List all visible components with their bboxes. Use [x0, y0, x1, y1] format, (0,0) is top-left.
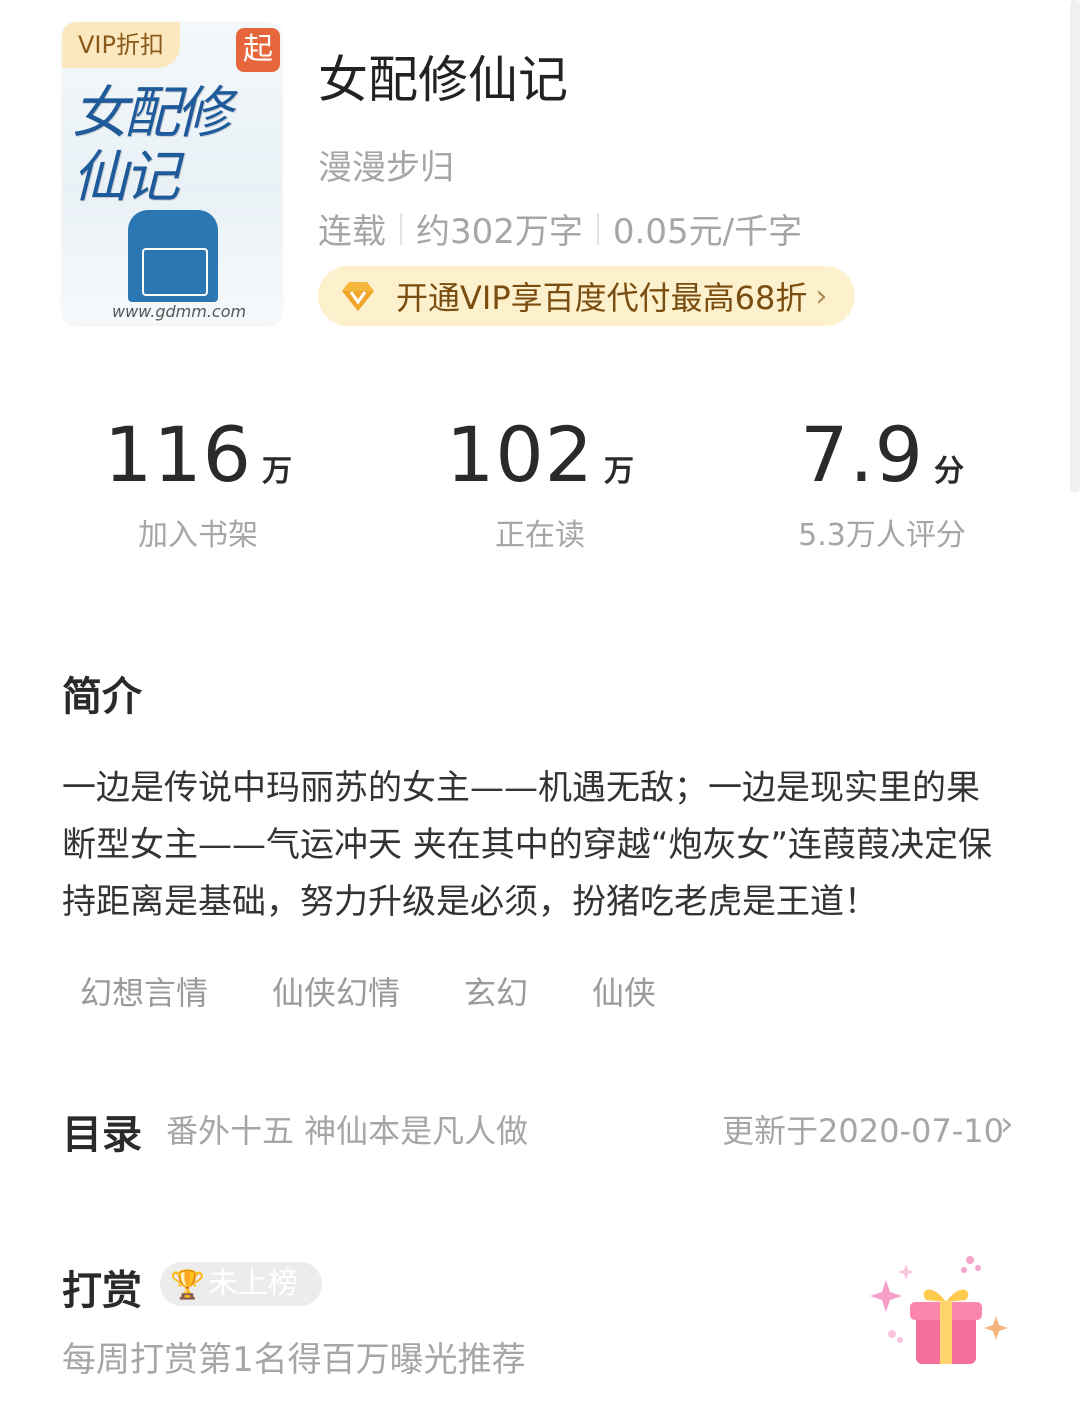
cover-title-art: 女配修仙记 [72, 81, 232, 210]
tag-item[interactable]: 仙侠 [592, 968, 656, 1014]
stat-unit: 万 [604, 454, 635, 489]
stat-unit: 万 [262, 454, 293, 489]
gift-icon[interactable] [866, 1250, 1016, 1384]
reward-subtitle: 每周打赏第1名得百万曝光推荐 [62, 1340, 526, 1380]
stat-value: 7.9 [800, 410, 924, 499]
vip-promo-label: 开通VIP享百度代付最高68折 [396, 279, 808, 317]
stat-label: 正在读 [495, 518, 585, 553]
book-status: 连载 [318, 212, 386, 252]
book-author[interactable]: 漫漫步归 [318, 140, 454, 189]
intro-title: 简介 [62, 674, 142, 720]
vip-diamond-icon [340, 278, 376, 314]
book-title: 女配修仙记 [318, 51, 568, 109]
scrollbar[interactable] [1070, 0, 1080, 492]
cover-emblem-frame [142, 248, 208, 296]
publisher-logo: 起 [236, 28, 280, 72]
latest-chapter[interactable]: 番外十五 神仙本是凡人做 [166, 1106, 528, 1152]
chevron-right-icon[interactable]: › [1000, 1104, 1014, 1144]
book-meta: 连载 约302万字 0.05元/千字 [318, 204, 802, 253]
intro-text[interactable]: 一边是传说中玛丽苏的女主——机遇无敌；一边是现实里的果断型女主——气运冲天 夹在… [62, 760, 1012, 931]
stat-reading: 102 万 [390, 410, 690, 499]
reward-title: 打赏 [62, 1268, 142, 1314]
stat-unit: 分 [933, 454, 964, 489]
tag-item[interactable]: 幻想言情 [80, 968, 208, 1014]
meta-divider [596, 212, 599, 245]
stat-label: 加入书架 [138, 518, 258, 553]
update-date[interactable]: 更新于2020-07-10 [722, 1106, 1004, 1152]
meta-divider [400, 212, 402, 245]
stat-label[interactable]: 5.3万人评分 [732, 510, 1032, 554]
stat-value: 102 [445, 410, 595, 499]
vip-promo-button[interactable]: 开通VIP享百度代付最高68折 › [318, 266, 856, 326]
tag-item[interactable]: 玄幻 [464, 968, 528, 1014]
cover-watermark: www.gdmm.com [112, 302, 247, 321]
tag-list: 幻想言情 仙侠幻情 玄幻 仙侠 [80, 968, 720, 1014]
chevron-right-icon: › [815, 278, 828, 314]
catalog-title[interactable]: 目录 [62, 1102, 142, 1160]
stat-rating[interactable]: 7.9 分 [732, 410, 1032, 499]
stat-shelf: 116 万 [48, 410, 348, 499]
stat-value: 116 [103, 410, 253, 499]
book-word-count: 约302万字 [416, 212, 583, 252]
vip-discount-badge: VIP折扣 [62, 22, 180, 68]
tag-item[interactable]: 仙侠幻情 [272, 968, 400, 1014]
book-price: 0.05元/千字 [612, 212, 803, 252]
trophy-icon: 🏆 [170, 1268, 205, 1301]
